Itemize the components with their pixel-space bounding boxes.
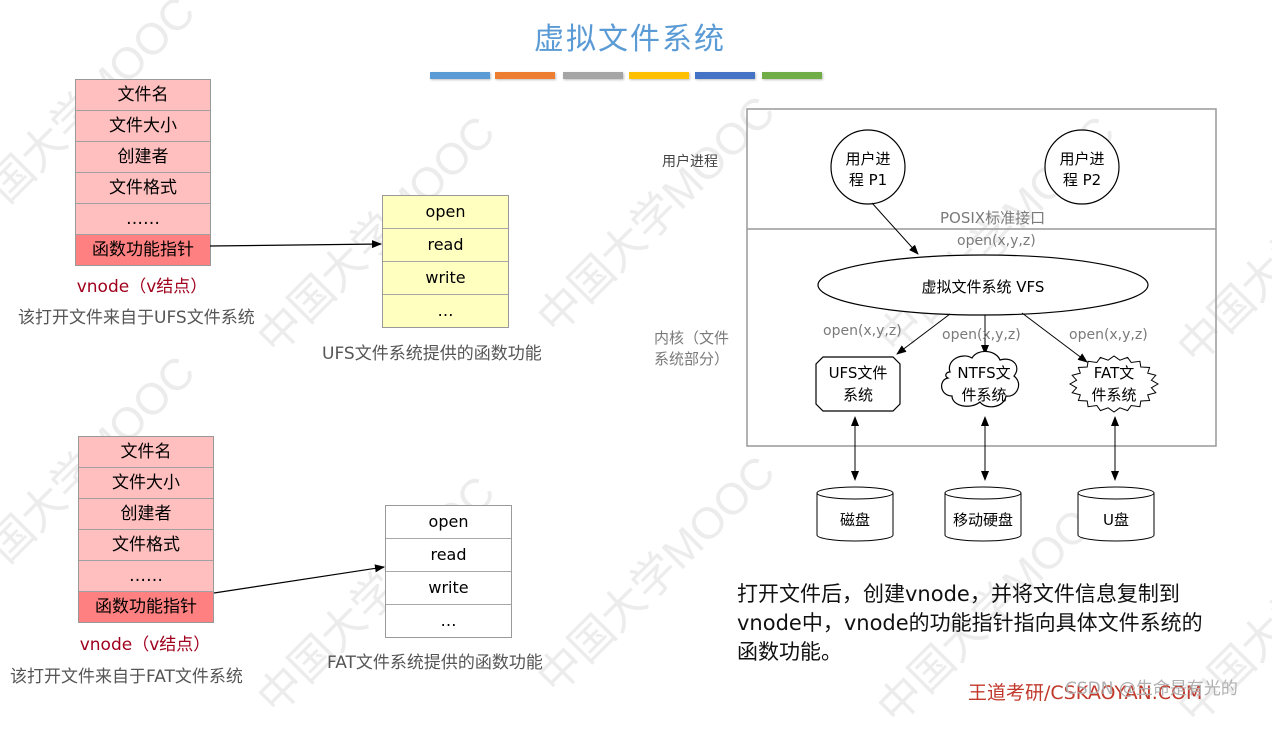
fs-label-line: 件系统 [1091, 386, 1137, 404]
csdn-watermark: CSDN @生命是有光的 [1065, 679, 1238, 699]
user-layer-label: 用户进程 [662, 154, 718, 170]
ufs-fs-label: UFS文件 系统 [816, 362, 900, 406]
pointer-arrow-ufs [209, 240, 382, 249]
device-label: 移动硬盘 [952, 511, 1013, 529]
fs-call-label: open(x,y,z) [1069, 327, 1148, 343]
device-label: U盘 [1103, 511, 1129, 529]
kernel-layer-label: 内核（文件 系统部分） [654, 327, 729, 369]
fs-label-line: 件系统 [961, 386, 1007, 404]
vfs-label: 虚拟文件系统 VFS [921, 278, 1045, 296]
fs-label-line: NTFS文 [957, 364, 1011, 382]
process-label-line: 程 P2 [1062, 171, 1102, 189]
ntfs-fs-label: NTFS文 件系统 [942, 362, 1026, 406]
fs-call-label: open(x,y,z) [942, 327, 1021, 343]
fs-call-label: open(x,y,z) [823, 323, 902, 339]
process-label-line: 用户进 [845, 150, 891, 168]
posix-label: POSIX标准接口 [940, 209, 1046, 227]
kernel-label-line: 内核（文件 [654, 329, 730, 347]
process-label-line: 程 P1 [848, 171, 888, 189]
vfs-call-label: open(x,y,z) [957, 233, 1036, 249]
fs-label-line: 系统 [842, 386, 873, 404]
process-p2-label: 用户进 程 P2 [1045, 149, 1119, 191]
fs-label-line: FAT文 [1093, 364, 1135, 382]
fs-label-line: UFS文件 [828, 364, 888, 382]
fat-fs-label: FAT文 件系统 [1072, 362, 1156, 406]
process-p1-label: 用户进 程 P1 [831, 149, 905, 191]
kernel-label-line: 系统部分） [654, 350, 730, 368]
device-label: 磁盘 [839, 511, 870, 529]
description-text: 打开文件后，创建vnode，并将文件信息复制到vnode中，vnode的功能指针… [737, 582, 1203, 664]
pointer-arrow-fat [213, 564, 385, 594]
process-label-line: 用户进 [1059, 150, 1105, 168]
